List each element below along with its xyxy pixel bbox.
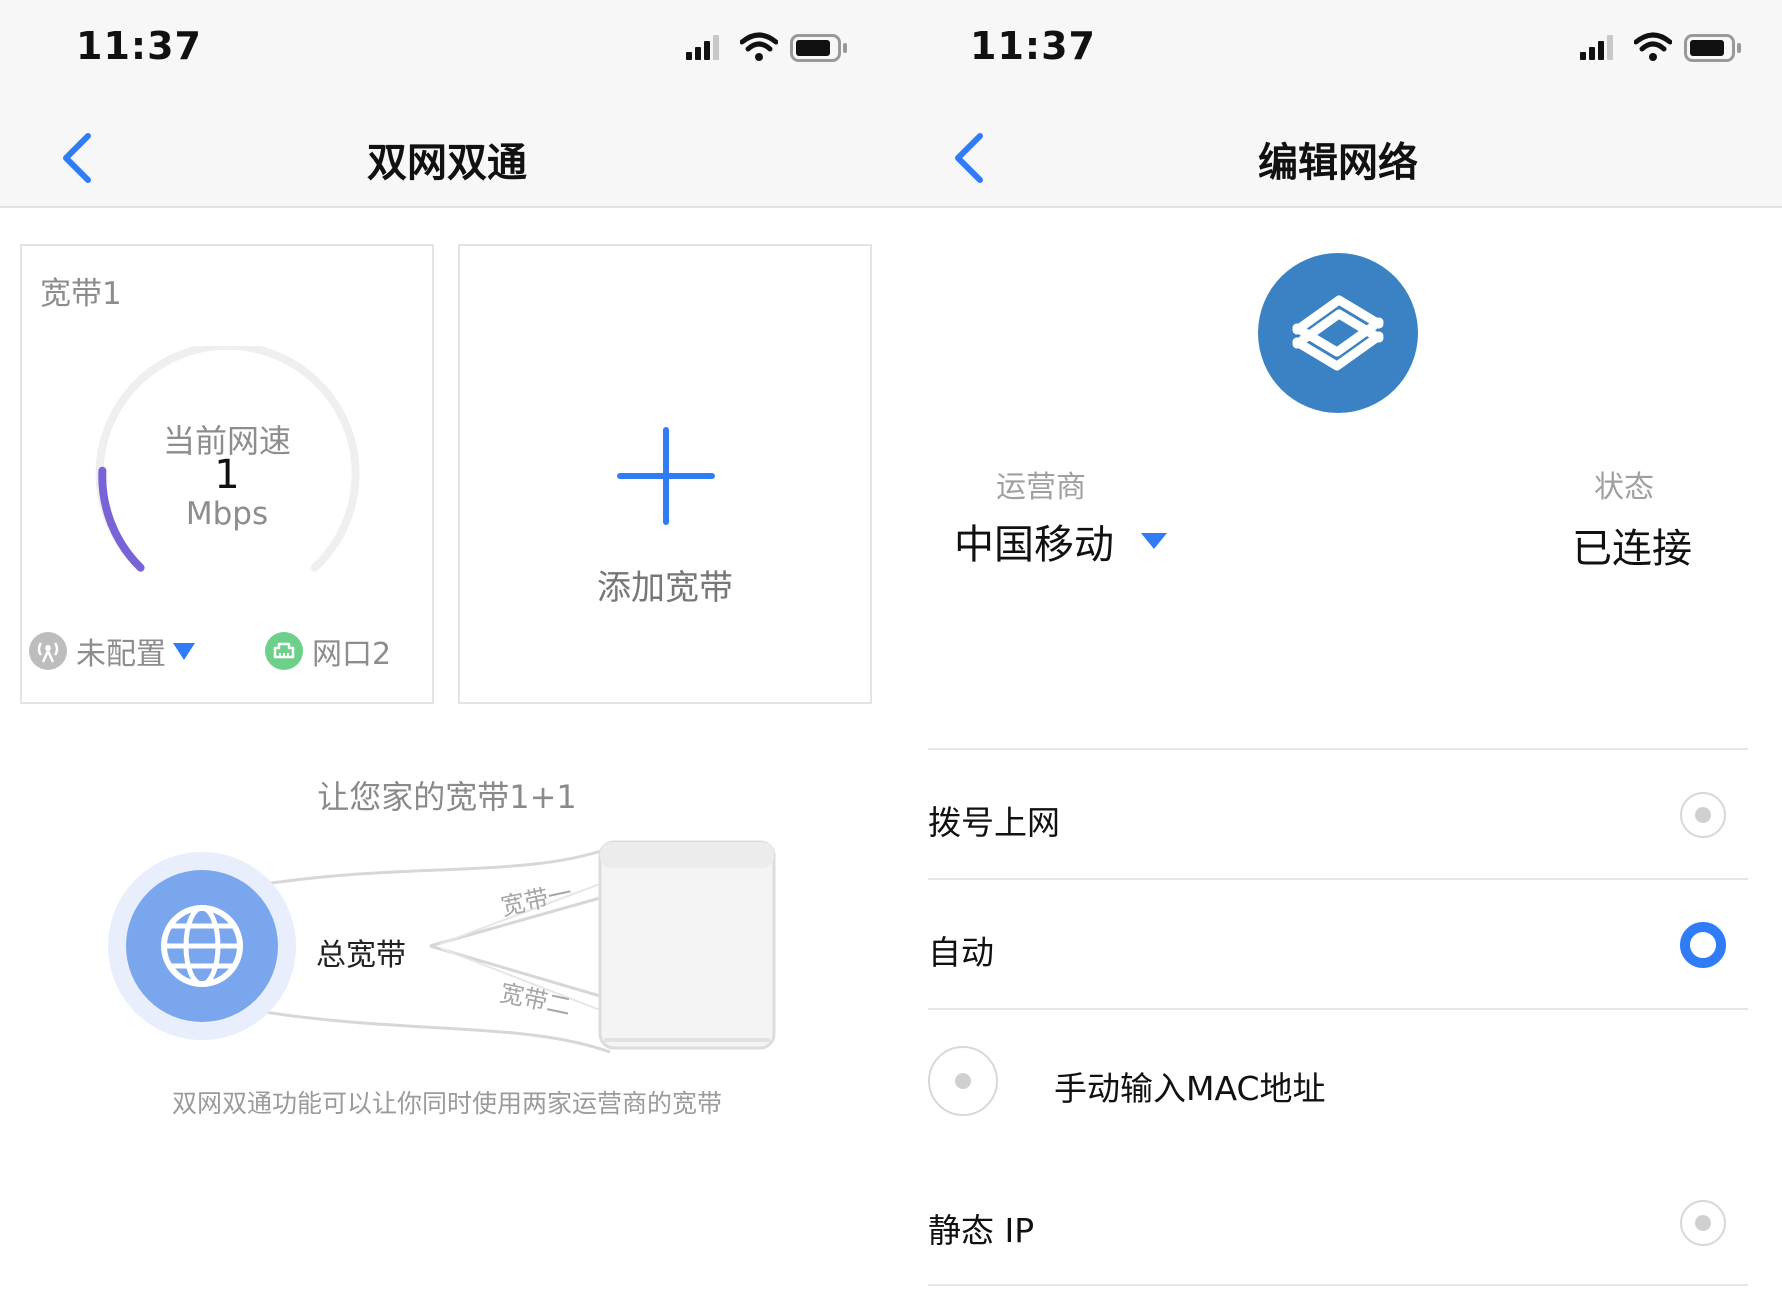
china-mobile-logo-icon <box>1258 253 1418 413</box>
status-label: 状态 <box>1594 470 1654 505</box>
isp-selector-label: 未配置 <box>76 637 166 672</box>
option-manual-mac-label: 手动输入MAC地址 <box>1054 1069 1326 1108</box>
add-broadband-label: 添加宽带 <box>597 568 733 608</box>
status-value: 已连接 <box>1572 526 1692 572</box>
isp-dropdown[interactable]: 中国移动 <box>954 512 1168 570</box>
isp-selector[interactable]: 未配置 <box>28 630 196 672</box>
page-title: 编辑网络 <box>1258 140 1418 186</box>
status-time: 11:37 <box>76 24 202 68</box>
router-box-icon <box>598 840 776 1050</box>
option-static-ip-radio[interactable] <box>1680 1200 1726 1246</box>
option-static-ip[interactable]: 静态 IP <box>928 1160 1748 1284</box>
plus-icon <box>617 427 715 525</box>
caret-down-icon <box>173 643 195 660</box>
cellular-signal-icon <box>1580 35 1613 60</box>
option-dialup[interactable]: 拨号上网 <box>928 750 1748 878</box>
antenna-icon <box>29 632 67 670</box>
broadband-1-label: 宽带1 <box>40 276 122 312</box>
globe-icon <box>108 852 296 1040</box>
add-broadband-card[interactable]: 添加宽带 <box>458 244 872 704</box>
ethernet-port-icon <box>265 632 303 670</box>
caret-down-icon <box>1141 533 1167 549</box>
promo-caption: 双网双通功能可以让你同时使用两家运营商的宽带 <box>171 1089 722 1118</box>
speed-value: 1 <box>214 452 240 498</box>
promo-headline: 让您家的宽带1+1 <box>317 778 577 816</box>
option-auto-radio[interactable] <box>1680 922 1726 968</box>
screen-dual-wan: 11:37 双网双通 宽带1 当前网速 1 Mbps 未配置 网口2 添加宽带 … <box>0 0 894 1312</box>
page-title: 双网双通 <box>367 140 527 186</box>
dual-wan-illustration <box>108 840 776 1054</box>
isp-dropdown-value: 中国移动 <box>954 522 1114 568</box>
port-indicator[interactable]: 网口2 <box>264 630 391 672</box>
option-auto-label: 自动 <box>928 933 994 972</box>
screen-edit-network: 11:37 编辑网络 运营商 中国移动 状态 已连接 拨号上网 自动 手动输入M… <box>894 0 1782 1312</box>
speed-unit: Mbps <box>185 496 269 532</box>
wifi-icon <box>1634 32 1672 61</box>
option-static-ip-label: 静态 IP <box>928 1211 1035 1250</box>
option-manual-mac[interactable]: 手动输入MAC地址 <box>928 1010 1748 1150</box>
option-dialup-radio[interactable] <box>1680 792 1726 838</box>
cellular-signal-icon <box>686 35 719 60</box>
total-broadband-label: 总宽带 <box>316 938 406 973</box>
divider <box>928 1284 1748 1286</box>
status-time: 11:37 <box>970 24 1096 68</box>
wifi-icon <box>740 32 778 61</box>
broadband-1-card[interactable]: 宽带1 当前网速 1 Mbps 未配置 网口2 <box>20 244 434 704</box>
option-manual-mac-radio[interactable] <box>928 1046 998 1116</box>
isp-label: 运营商 <box>996 470 1086 505</box>
port-label: 网口2 <box>312 637 392 672</box>
battery-icon <box>790 34 847 62</box>
option-dialup-label: 拨号上网 <box>928 803 1060 842</box>
battery-icon <box>1684 34 1741 62</box>
option-auto[interactable]: 自动 <box>928 880 1748 1008</box>
